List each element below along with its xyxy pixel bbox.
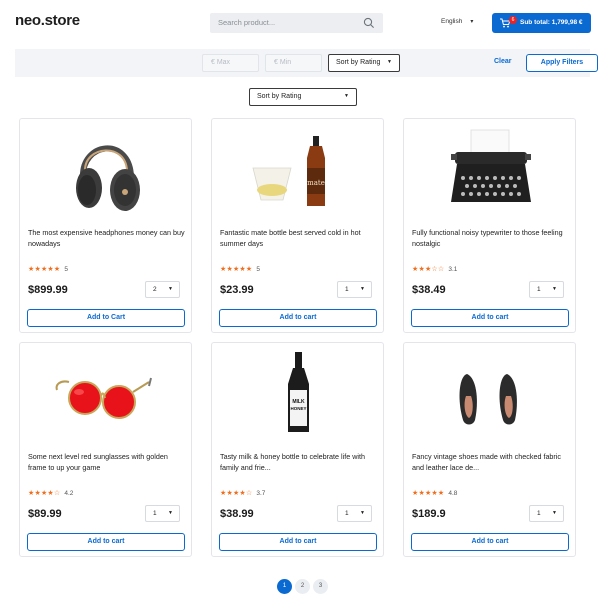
quantity-value: 1: [537, 510, 541, 517]
chevron-down-icon: ▼: [168, 286, 173, 292]
search-input[interactable]: Search product...: [210, 13, 383, 33]
quantity-value: 1: [153, 510, 157, 517]
product-price: $899.99: [28, 284, 68, 296]
rating-value: 3.7: [256, 490, 266, 497]
quantity-value: 1: [345, 510, 349, 517]
min-price-input[interactable]: € Min: [265, 54, 322, 72]
language-select[interactable]: English ▾: [441, 18, 473, 25]
chevron-down-icon: ▼: [387, 59, 392, 65]
chevron-down-icon: ▼: [552, 510, 557, 516]
rating-value: 3.1: [448, 266, 458, 273]
chevron-down-icon: ▾: [470, 19, 474, 25]
sort-select-value: Sort by Rating: [336, 59, 381, 66]
quantity-select[interactable]: 2 ▼: [145, 281, 180, 298]
chevron-down-icon: ▼: [168, 510, 173, 516]
clear-button[interactable]: Clear: [494, 58, 512, 65]
add-to-cart-button[interactable]: Add to cart: [219, 533, 377, 551]
product-price: $38.49: [412, 284, 446, 296]
quantity-select[interactable]: 1 ▼: [529, 281, 564, 298]
search-placeholder: Search product...: [218, 18, 276, 27]
product-rating: ★★★★☆ 4.2: [28, 489, 73, 497]
add-to-cart-button[interactable]: Add to cart: [411, 533, 569, 551]
search-icon[interactable]: [363, 17, 375, 29]
product-rating: ★★★★★ 5: [28, 265, 68, 273]
apply-filters-button[interactable]: Apply Filters: [526, 54, 598, 72]
product-rating: ★★★★☆ 3.7: [220, 489, 265, 497]
product-card[interactable]: Fully functional noisy typewriter to tho…: [403, 118, 576, 333]
star-icons: ★★★★★: [412, 490, 445, 497]
max-price-placeholder: € Max: [211, 59, 231, 66]
star-icons: ★★★★★: [28, 266, 61, 273]
product-image-vintage-shoes: [459, 374, 517, 425]
rating-value: 5: [64, 266, 69, 273]
page-button-2[interactable]: 2: [295, 579, 310, 594]
mate-bottle-label: mate: [307, 179, 325, 187]
quantity-select[interactable]: 1 ▼: [529, 505, 564, 522]
star-icons: ★★★★☆: [28, 490, 61, 497]
star-icons: ★★★☆☆: [412, 266, 445, 273]
page-button-1[interactable]: 1: [277, 579, 292, 594]
product-image-mate-bottle: mate: [252, 136, 325, 206]
product-title[interactable]: Fancy vintage shoes made with checked fa…: [412, 451, 570, 473]
sort-select-value: Sort by Rating: [257, 93, 302, 100]
star-icons: ★★★★★: [220, 266, 253, 273]
product-title[interactable]: Some next level red sunglasses with gold…: [28, 451, 186, 473]
sort-select[interactable]: Sort by Rating ▼: [249, 88, 357, 106]
quantity-select[interactable]: 1 ▼: [337, 281, 372, 298]
language-label: English: [441, 18, 463, 25]
store-logo[interactable]: neo.store: [15, 12, 80, 29]
cart-count-badge: 6: [509, 16, 517, 24]
product-image-milk-honey-bottle: MILK HONEY: [288, 352, 309, 432]
product-price: $189.9: [412, 508, 446, 520]
add-to-cart-button[interactable]: Add to Cart: [27, 309, 185, 327]
product-price: $89.99: [28, 508, 62, 520]
product-image-sunglasses: [55, 377, 152, 419]
product-rating: ★★★☆☆ 3.1: [412, 265, 457, 273]
product-card[interactable]: Fancy vintage shoes made with checked fa…: [403, 342, 576, 557]
filter-bar: € Max € Min Sort by Rating ▼ Clear Apply…: [15, 49, 598, 77]
cart-button[interactable]: 6 Sub total: 1,799,98 €: [492, 13, 591, 33]
chevron-down-icon: ▼: [360, 510, 365, 516]
product-rating: ★★★★★ 4.8: [412, 489, 457, 497]
quantity-value: 1: [345, 286, 349, 293]
product-card[interactable]: mate Fantastic mate bottle best served c…: [211, 118, 384, 333]
product-rating: ★★★★★ 5: [220, 265, 260, 273]
product-title[interactable]: The most expensive headphones money can …: [28, 227, 186, 249]
add-to-cart-button[interactable]: Add to cart: [411, 309, 569, 327]
sort-select-filterbar[interactable]: Sort by Rating ▼: [328, 54, 400, 72]
product-card[interactable]: The most expensive headphones money can …: [19, 118, 192, 333]
max-price-input[interactable]: € Max: [202, 54, 259, 72]
honey-bottle-label: HONEY: [290, 406, 306, 411]
product-title[interactable]: Fully functional noisy typewriter to tho…: [412, 227, 570, 249]
product-image-typewriter: [451, 129, 531, 202]
quantity-value: 1: [537, 286, 541, 293]
product-title[interactable]: Tasty milk & honey bottle to celebrate l…: [220, 451, 378, 473]
product-title[interactable]: Fantastic mate bottle best served cold i…: [220, 227, 378, 249]
product-card[interactable]: MILK HONEY Tasty milk & honey bottle to …: [211, 342, 384, 557]
rating-value: 4.8: [448, 490, 458, 497]
quantity-select[interactable]: 1 ▼: [337, 505, 372, 522]
product-price: $23.99: [220, 284, 254, 296]
chevron-down-icon: ▼: [552, 286, 557, 292]
quantity-select[interactable]: 1 ▼: [145, 505, 180, 522]
milk-bottle-label: MILK: [292, 399, 305, 405]
product-card[interactable]: Some next level red sunglasses with gold…: [19, 342, 192, 557]
quantity-value: 2: [153, 286, 157, 293]
add-to-cart-button[interactable]: Add to cart: [27, 533, 185, 551]
product-image-headphones: [76, 145, 140, 211]
chevron-down-icon: ▼: [344, 93, 349, 99]
rating-value: 5: [256, 266, 261, 273]
cart-subtotal: Sub total: 1,799,98 €: [520, 19, 583, 26]
header: neo.store Search product... English ▾ 6 S…: [0, 0, 610, 46]
min-price-placeholder: € Min: [274, 59, 292, 66]
add-to-cart-button[interactable]: Add to cart: [219, 309, 377, 327]
star-icons: ★★★★☆: [220, 490, 253, 497]
page-button-3[interactable]: 3: [313, 579, 328, 594]
product-price: $38.99: [220, 508, 254, 520]
rating-value: 4.2: [64, 490, 74, 497]
chevron-down-icon: ▼: [360, 286, 365, 292]
